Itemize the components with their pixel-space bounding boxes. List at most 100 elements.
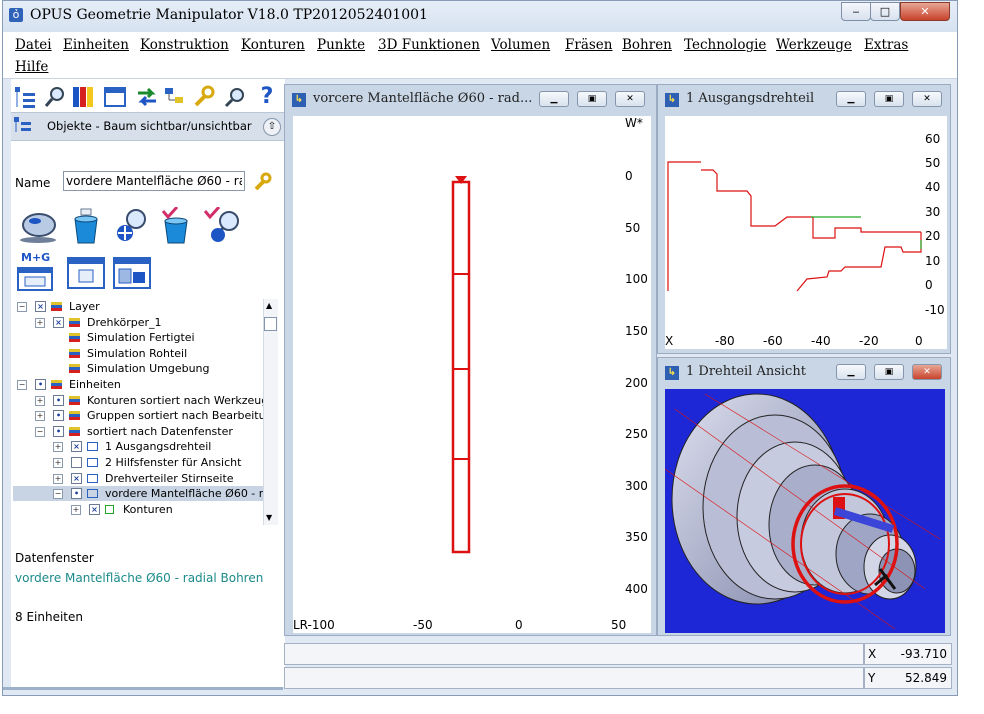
- tree-node[interactable]: + × Drehverteiler Stirnseite: [13, 471, 263, 486]
- menu-extras[interactable]: Extras: [864, 37, 908, 53]
- main-y-tick: 150: [625, 324, 648, 338]
- menu-bar: Datei Einheiten Konstruktion Konturen Pu…: [3, 32, 957, 79]
- menu-volumen[interactable]: Volumen: [491, 37, 550, 53]
- profile-y-tick: 20: [925, 229, 941, 243]
- tree-node[interactable]: + × Konturen: [13, 502, 263, 517]
- menu-technologie[interactable]: Technologie: [684, 37, 766, 53]
- maximize-button[interactable]: □: [870, 2, 900, 21]
- tree-node[interactable]: + • Konturen sortiert nach Werkzeug: [13, 393, 268, 408]
- tree-node[interactable]: +Simulation Fertigtei: [13, 330, 263, 345]
- visibility-checkbox[interactable]: •: [35, 379, 46, 390]
- expand-toggle-icon[interactable]: +: [35, 317, 45, 328]
- visibility-checkbox[interactable]: ×: [53, 316, 64, 328]
- search-tree-icon[interactable]: [43, 85, 67, 109]
- main-view-window[interactable]: ↳ vorcere Mantelfläche Ø60 - rad... ▁ ▣ …: [284, 84, 657, 636]
- visibility-checkbox[interactable]: •: [53, 394, 64, 406]
- scroll-thumb[interactable]: [264, 317, 277, 331]
- menu-konturen[interactable]: Konturen: [241, 37, 305, 53]
- main-view-maximize-button[interactable]: ▣: [577, 91, 607, 107]
- zoom-target-icon[interactable]: [111, 207, 151, 245]
- name-wrench-icon[interactable]: [251, 171, 273, 193]
- tree-tools-icon[interactable]: [163, 85, 187, 109]
- 3d-viewport[interactable]: [665, 389, 945, 633]
- expand-toggle-icon[interactable]: +: [35, 395, 45, 406]
- window-list-icon[interactable]: [103, 85, 127, 109]
- expand-toggle-icon[interactable]: −: [35, 426, 45, 437]
- profile-view-canvas[interactable]: [665, 116, 923, 334]
- visibility-checkbox[interactable]: •: [71, 488, 82, 500]
- expand-toggle-icon[interactable]: +: [53, 458, 63, 468]
- expand-toggle-icon[interactable]: +: [53, 473, 63, 484]
- profile-view-minimize-button[interactable]: ▁: [836, 91, 866, 107]
- visibility-checkbox[interactable]: [71, 457, 82, 468]
- tree-structure-icon[interactable]: [13, 85, 37, 109]
- help-icon[interactable]: ?: [255, 85, 279, 109]
- minimize-button[interactable]: ‒: [841, 2, 871, 21]
- main-view-minimize-button[interactable]: ▁: [539, 91, 569, 107]
- visibility-checkbox[interactable]: ×: [71, 472, 82, 484]
- tree-node[interactable]: + • Gruppen sortiert nach Bearbeitu: [13, 408, 266, 423]
- tree-node-label: Layer: [69, 300, 100, 313]
- check-delete-icon[interactable]: [159, 205, 193, 245]
- zoom-icon[interactable]: [223, 85, 247, 109]
- 3d-view-minimize-button[interactable]: ▁: [836, 364, 866, 380]
- scroll-up-icon[interactable]: ▲: [266, 301, 272, 310]
- menu-3d-funktionen[interactable]: 3D Funktionen: [378, 37, 480, 53]
- main-view-close-button[interactable]: ✕: [615, 91, 645, 107]
- visibility-checkbox[interactable]: •: [53, 410, 64, 422]
- window-3d-icon[interactable]: [113, 257, 153, 291]
- expand-toggle-icon[interactable]: +: [53, 442, 63, 453]
- coord-y-value: 52.849: [905, 671, 947, 685]
- tree-node[interactable]: +2 Hilfsfenster für Ansicht: [13, 455, 263, 470]
- 3d-view-maximize-button[interactable]: ▣: [874, 364, 904, 380]
- menu-einheiten[interactable]: Einheiten: [63, 37, 129, 53]
- main-view-canvas[interactable]: [293, 116, 627, 619]
- menu-punkte[interactable]: Punkte: [317, 37, 365, 53]
- tree-scrollbar[interactable]: ▲ ▼: [263, 299, 278, 525]
- mg-window-icon[interactable]: M+G: [17, 251, 57, 291]
- mouse-select-icon[interactable]: [17, 207, 59, 245]
- tree-node[interactable]: +Simulation Rohteil: [13, 346, 263, 361]
- collapse-up-icon[interactable]: ⇧: [263, 118, 281, 136]
- 3d-view-window[interactable]: ↳ 1 Drehteil Ansicht ▁ ▣ ✕: [657, 357, 951, 636]
- tree-node[interactable]: − • vordere Mantelfläche Ø60 - ra: [13, 486, 270, 502]
- menu-fraesen[interactable]: Fräsen: [565, 37, 612, 53]
- expand-toggle-icon[interactable]: +: [35, 411, 45, 422]
- tree-node[interactable]: + × Drehkörper_1: [13, 315, 263, 330]
- swap-arrows-icon[interactable]: [135, 85, 159, 109]
- 3d-view-close-button[interactable]: ✕: [912, 364, 942, 380]
- object-tree[interactable]: −×Layer+×Drehkörper_1+Simulation Fertigt…: [13, 297, 277, 525]
- tree-node-label: Einheiten: [69, 378, 121, 391]
- visibility-checkbox[interactable]: ×: [35, 301, 46, 312]
- tree-node[interactable]: − • Einheiten: [13, 377, 263, 392]
- menu-hilfe[interactable]: Hilfe: [15, 59, 48, 75]
- object-tree-toggle-bar[interactable]: Objekte - Baum sichtbar/unsichtbar ⇧: [11, 112, 285, 141]
- tree-node[interactable]: − × Layer: [13, 299, 263, 314]
- visibility-checkbox[interactable]: ×: [89, 503, 100, 515]
- visibility-checkbox[interactable]: •: [53, 425, 64, 437]
- tree-node[interactable]: + × 1 Ausgangsdrehteil: [13, 439, 263, 454]
- window-view-icon[interactable]: [67, 257, 107, 291]
- close-button[interactable]: ✕: [900, 2, 950, 21]
- menu-konstruktion[interactable]: Konstruktion: [140, 37, 229, 53]
- visibility-checkbox[interactable]: ×: [71, 441, 82, 453]
- tree-node[interactable]: − • sortiert nach Datenfenster: [13, 424, 263, 439]
- name-field[interactable]: [63, 171, 245, 191]
- menu-bohren[interactable]: Bohren: [622, 37, 672, 53]
- expand-toggle-icon[interactable]: −: [17, 380, 27, 390]
- menu-datei[interactable]: Datei: [15, 37, 52, 53]
- delete-bucket-icon[interactable]: [69, 207, 103, 245]
- profile-view-window[interactable]: ↳ 1 Ausgangsdrehteil ▁ ▣ ✕ 60 50 40 30 2…: [657, 84, 951, 354]
- scroll-down-icon[interactable]: ▼: [266, 513, 272, 522]
- tree-node[interactable]: +Simulation Umgebung: [13, 361, 263, 376]
- expand-toggle-icon[interactable]: −: [17, 302, 27, 312]
- menu-werkzeuge[interactable]: Werkzeuge: [776, 37, 852, 53]
- layer-colors-icon[interactable]: [71, 85, 95, 109]
- expand-toggle-icon[interactable]: −: [53, 489, 63, 500]
- profile-view-close-button[interactable]: ✕: [912, 91, 942, 107]
- check-zoom-icon[interactable]: [203, 205, 245, 245]
- profile-view-maximize-button[interactable]: ▣: [874, 91, 904, 107]
- expand-toggle-icon[interactable]: +: [71, 504, 81, 515]
- wrench-icon[interactable]: [191, 85, 215, 109]
- profile-x-axis: X -80 -60 -40 -20 0: [665, 334, 947, 349]
